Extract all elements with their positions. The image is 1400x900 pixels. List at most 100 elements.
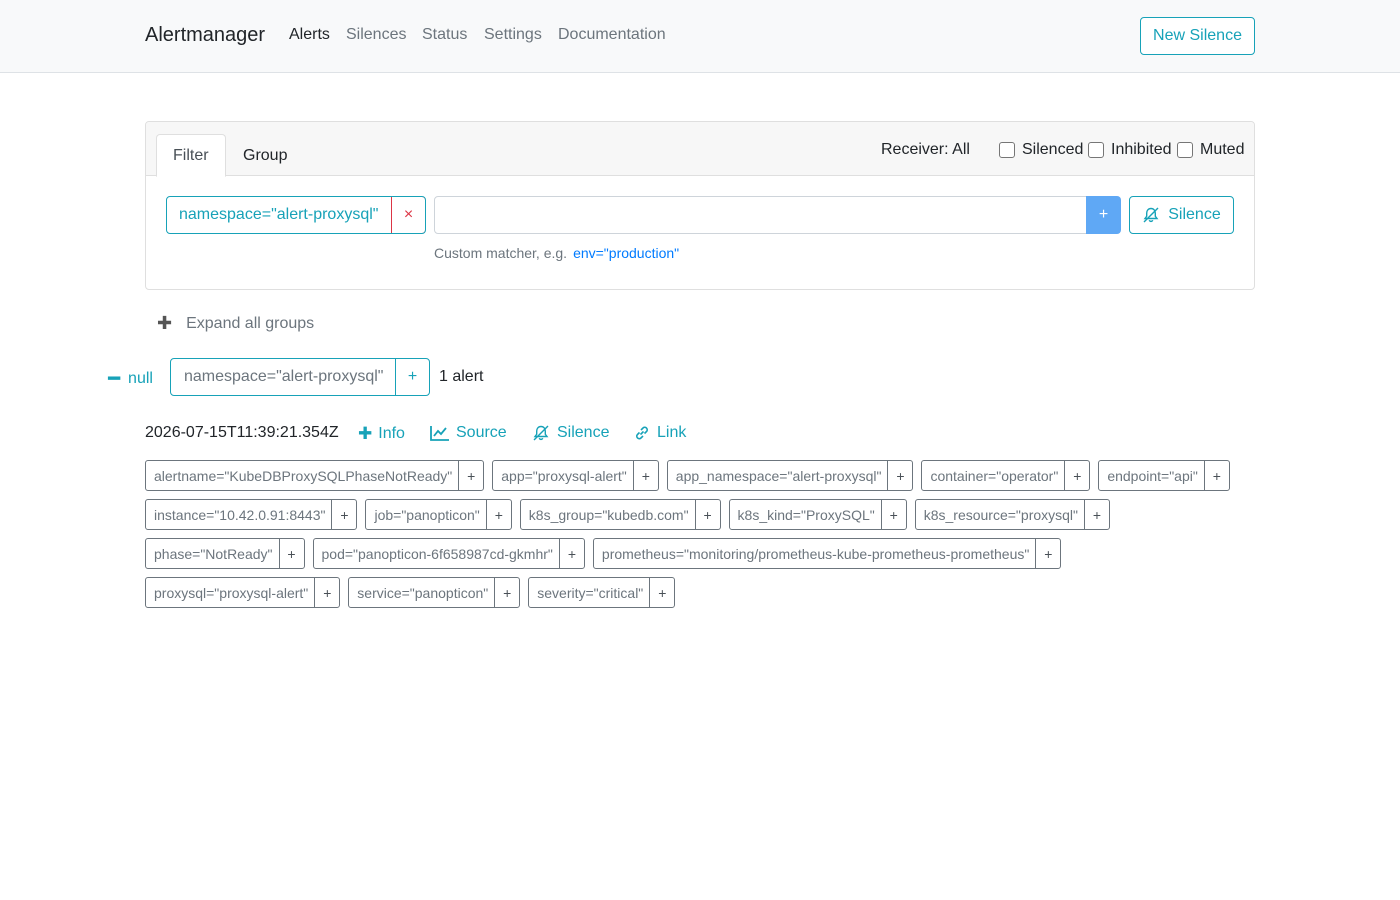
label-text[interactable]: endpoint="api" xyxy=(1099,461,1204,490)
receiver-select[interactable]: Receiver: All xyxy=(881,141,970,159)
label-text[interactable]: prometheus="monitoring/prometheus-kube-p… xyxy=(594,539,1035,568)
label-add-filter-button[interactable]: + xyxy=(887,461,912,490)
group-add-matcher-button[interactable]: + xyxy=(395,359,429,395)
plus-icon: ✚ xyxy=(358,424,373,443)
label-chip[interactable]: app_namespace="alert-proxysql" + xyxy=(666,460,914,491)
nav-status[interactable]: Status xyxy=(422,26,467,44)
label-chip[interactable]: proxysql="proxysql-alert" + xyxy=(145,577,341,608)
label-add-filter-button[interactable]: + xyxy=(494,578,519,607)
nav-alerts[interactable]: Alerts xyxy=(289,26,330,44)
filter-card-header: Filter Group Receiver: All Silenced Inhi… xyxy=(146,122,1254,177)
tab-group[interactable]: Group xyxy=(227,134,303,177)
label-add-filter-button[interactable]: + xyxy=(278,539,304,568)
silence-filter-label: Silence xyxy=(1168,206,1221,223)
label-chip[interactable]: k8s_kind="ProxySQL" + xyxy=(728,499,907,530)
add-matcher-button[interactable]: + xyxy=(1086,196,1121,234)
label-chip[interactable]: severity="critical" + xyxy=(528,577,676,608)
label-add-filter-button[interactable]: + xyxy=(1203,461,1229,490)
plus-icon: ✚ xyxy=(157,313,173,333)
group-collapse-toggle[interactable]: ━ null xyxy=(108,366,153,391)
silenced-checkbox[interactable] xyxy=(999,142,1015,158)
label-add-filter-button[interactable]: + xyxy=(558,539,584,568)
label-add-filter-button[interactable]: + xyxy=(331,500,356,529)
label-text[interactable]: k8s_resource="proxysql" xyxy=(916,500,1084,529)
label-text[interactable]: app="proxysql-alert" xyxy=(493,461,633,490)
silence-filter-button[interactable]: Silence xyxy=(1129,196,1234,234)
alert-silence-button[interactable]: Silence xyxy=(531,424,609,442)
alert-info-button[interactable]: ✚ Info xyxy=(358,424,405,444)
label-chip[interactable]: k8s_group="kubedb.com" + xyxy=(519,499,721,530)
label-text[interactable]: severity="critical" xyxy=(529,578,649,607)
label-text[interactable]: pod="panopticon-6f658987cd-gkmhr" xyxy=(314,539,559,568)
inhibited-label[interactable]: Inhibited xyxy=(1111,141,1172,159)
label-text[interactable]: k8s_group="kubedb.com" xyxy=(521,500,695,529)
matcher-hint: Custom matcher, e.g. env="production" xyxy=(434,245,679,261)
label-chip[interactable]: service="panopticon" + xyxy=(348,577,521,608)
alert-labels: alertname="KubeDBProxySQLPhaseNotReady" +… xyxy=(145,460,1245,616)
label-text[interactable]: proxysql="proxysql-alert" xyxy=(146,578,314,607)
label-text[interactable]: app_namespace="alert-proxysql" xyxy=(668,461,888,490)
label-add-filter-button[interactable]: + xyxy=(1084,500,1109,529)
label-chip[interactable]: pod="panopticon-6f658987cd-gkmhr" + xyxy=(312,538,585,569)
label-add-filter-button[interactable]: + xyxy=(694,500,720,529)
label-add-filter-button[interactable]: + xyxy=(880,500,906,529)
label-row: instance="10.42.0.91:8443" + job="panoptic… xyxy=(145,499,1245,530)
inhibited-checkbox[interactable] xyxy=(1088,142,1104,158)
remove-matcher-button[interactable]: × xyxy=(391,197,425,233)
muted-label[interactable]: Muted xyxy=(1200,141,1244,159)
filter-matcher-text[interactable]: namespace="alert-proxysql" xyxy=(167,197,391,233)
custom-matcher-input[interactable] xyxy=(434,196,1087,234)
group-matcher-chip[interactable]: namespace="alert-proxysql" + xyxy=(170,358,430,396)
hint-text: Custom matcher, e.g. xyxy=(434,245,568,261)
label-chip[interactable]: phase="NotReady" + xyxy=(145,538,305,569)
hint-example-link[interactable]: env="production" xyxy=(573,245,679,261)
filter-card: Filter Group Receiver: All Silenced Inhi… xyxy=(145,121,1255,290)
silenced-label[interactable]: Silenced xyxy=(1022,141,1083,159)
label-chip[interactable]: k8s_resource="proxysql" + xyxy=(914,499,1111,530)
alert-source-link[interactable]: Source xyxy=(430,424,507,442)
label-chip[interactable]: prometheus="monitoring/prometheus-kube-p… xyxy=(592,538,1062,569)
label-chip[interactable]: container="operator" + xyxy=(921,460,1091,491)
nav-settings[interactable]: Settings xyxy=(484,26,542,44)
filter-matcher-chip[interactable]: namespace="alert-proxysql" × xyxy=(166,196,426,234)
expand-all-groups[interactable]: ✚ Expand all groups xyxy=(157,313,314,334)
label-chip[interactable]: alertname="KubeDBProxySQLPhaseNotReady" + xyxy=(145,460,485,491)
label-text[interactable]: service="panopticon" xyxy=(349,578,494,607)
alert-link-button[interactable]: Link xyxy=(633,424,686,442)
label-add-filter-button[interactable]: + xyxy=(649,578,674,607)
label-row: proxysql="proxysql-alert" + service="panop… xyxy=(145,577,1245,608)
brand[interactable]: Alertmanager xyxy=(145,24,265,47)
label-add-filter-button[interactable]: + xyxy=(485,500,511,529)
label-add-filter-button[interactable]: + xyxy=(458,461,483,490)
label-add-filter-button[interactable]: + xyxy=(1035,539,1060,568)
label-chip[interactable]: endpoint="api" + xyxy=(1098,460,1230,491)
bell-slash-icon xyxy=(533,425,549,441)
label-chip[interactable]: instance="10.42.0.91:8443" + xyxy=(145,499,358,530)
label-text[interactable]: phase="NotReady" xyxy=(146,539,279,568)
label-text[interactable]: container="operator" xyxy=(922,461,1064,490)
alert-info-label: Info xyxy=(378,425,405,442)
group-alert-count: 1 alert xyxy=(439,368,484,385)
label-text[interactable]: job="panopticon" xyxy=(366,500,485,529)
label-row: phase="NotReady" + pod="panopticon-6f65898… xyxy=(145,538,1245,569)
link-icon xyxy=(636,426,648,440)
label-add-filter-button[interactable]: + xyxy=(314,578,339,607)
muted-checkbox[interactable] xyxy=(1177,142,1193,158)
label-add-filter-button[interactable]: + xyxy=(1064,461,1089,490)
minus-icon: ━ xyxy=(108,368,121,390)
navbar: Alertmanager Alerts Silences Status Sett… xyxy=(0,0,1400,73)
group-matcher-text[interactable]: namespace="alert-proxysql" xyxy=(171,359,395,395)
nav-silences[interactable]: Silences xyxy=(346,26,406,44)
tab-filter[interactable]: Filter xyxy=(156,134,226,177)
nav-documentation[interactable]: Documentation xyxy=(558,26,666,44)
label-chip[interactable]: app="proxysql-alert" + xyxy=(492,460,659,491)
alert-silence-label: Silence xyxy=(557,424,610,441)
label-text[interactable]: k8s_kind="ProxySQL" xyxy=(730,500,881,529)
label-add-filter-button[interactable]: + xyxy=(632,461,658,490)
expand-all-label: Expand all groups xyxy=(186,314,315,332)
new-silence-button[interactable]: New Silence xyxy=(1140,17,1255,55)
label-text[interactable]: instance="10.42.0.91:8443" xyxy=(146,500,331,529)
label-text[interactable]: alertname="KubeDBProxySQLPhaseNotReady" xyxy=(146,461,458,490)
label-chip[interactable]: job="panopticon" + xyxy=(365,499,512,530)
bell-slash-icon xyxy=(1143,207,1159,223)
